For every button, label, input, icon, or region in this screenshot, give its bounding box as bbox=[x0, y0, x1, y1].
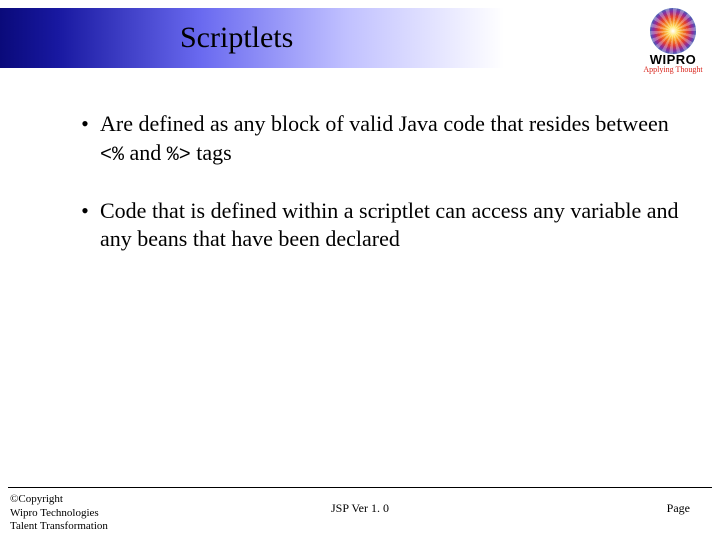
slide: Scriptlets WIPRO Applying Thought • Are … bbox=[0, 0, 720, 540]
bullet-text: Code that is defined within a scriptlet … bbox=[100, 197, 680, 254]
bullet-item: • Code that is defined within a scriptle… bbox=[70, 197, 680, 254]
code-open-tag: <% bbox=[100, 144, 124, 167]
code-close-tag: %> bbox=[167, 144, 191, 167]
logo-tagline: Applying Thought bbox=[643, 65, 702, 74]
bullet-marker: • bbox=[70, 110, 100, 169]
footer-center: JSP Ver 1. 0 bbox=[0, 501, 720, 516]
bullet-text: Are defined as any block of valid Java c… bbox=[100, 110, 680, 169]
wipro-logo: WIPRO Applying Thought bbox=[636, 4, 710, 78]
title-bar: Scriptlets bbox=[0, 8, 720, 68]
bullet-item: • Are defined as any block of valid Java… bbox=[70, 110, 680, 169]
bullet-text-post: tags bbox=[191, 140, 232, 165]
slide-title: Scriptlets bbox=[180, 21, 293, 55]
bullet-text-pre: Are defined as any block of valid Java c… bbox=[100, 111, 669, 136]
footer-page: Page bbox=[667, 501, 690, 516]
footer-dept: Talent Transformation bbox=[10, 520, 108, 534]
footer-divider bbox=[8, 487, 712, 488]
logo-burst-icon bbox=[650, 8, 696, 54]
bullet-text-mid: and bbox=[124, 140, 167, 165]
bullet-marker: • bbox=[70, 197, 100, 254]
content-area: • Are defined as any block of valid Java… bbox=[70, 110, 680, 282]
